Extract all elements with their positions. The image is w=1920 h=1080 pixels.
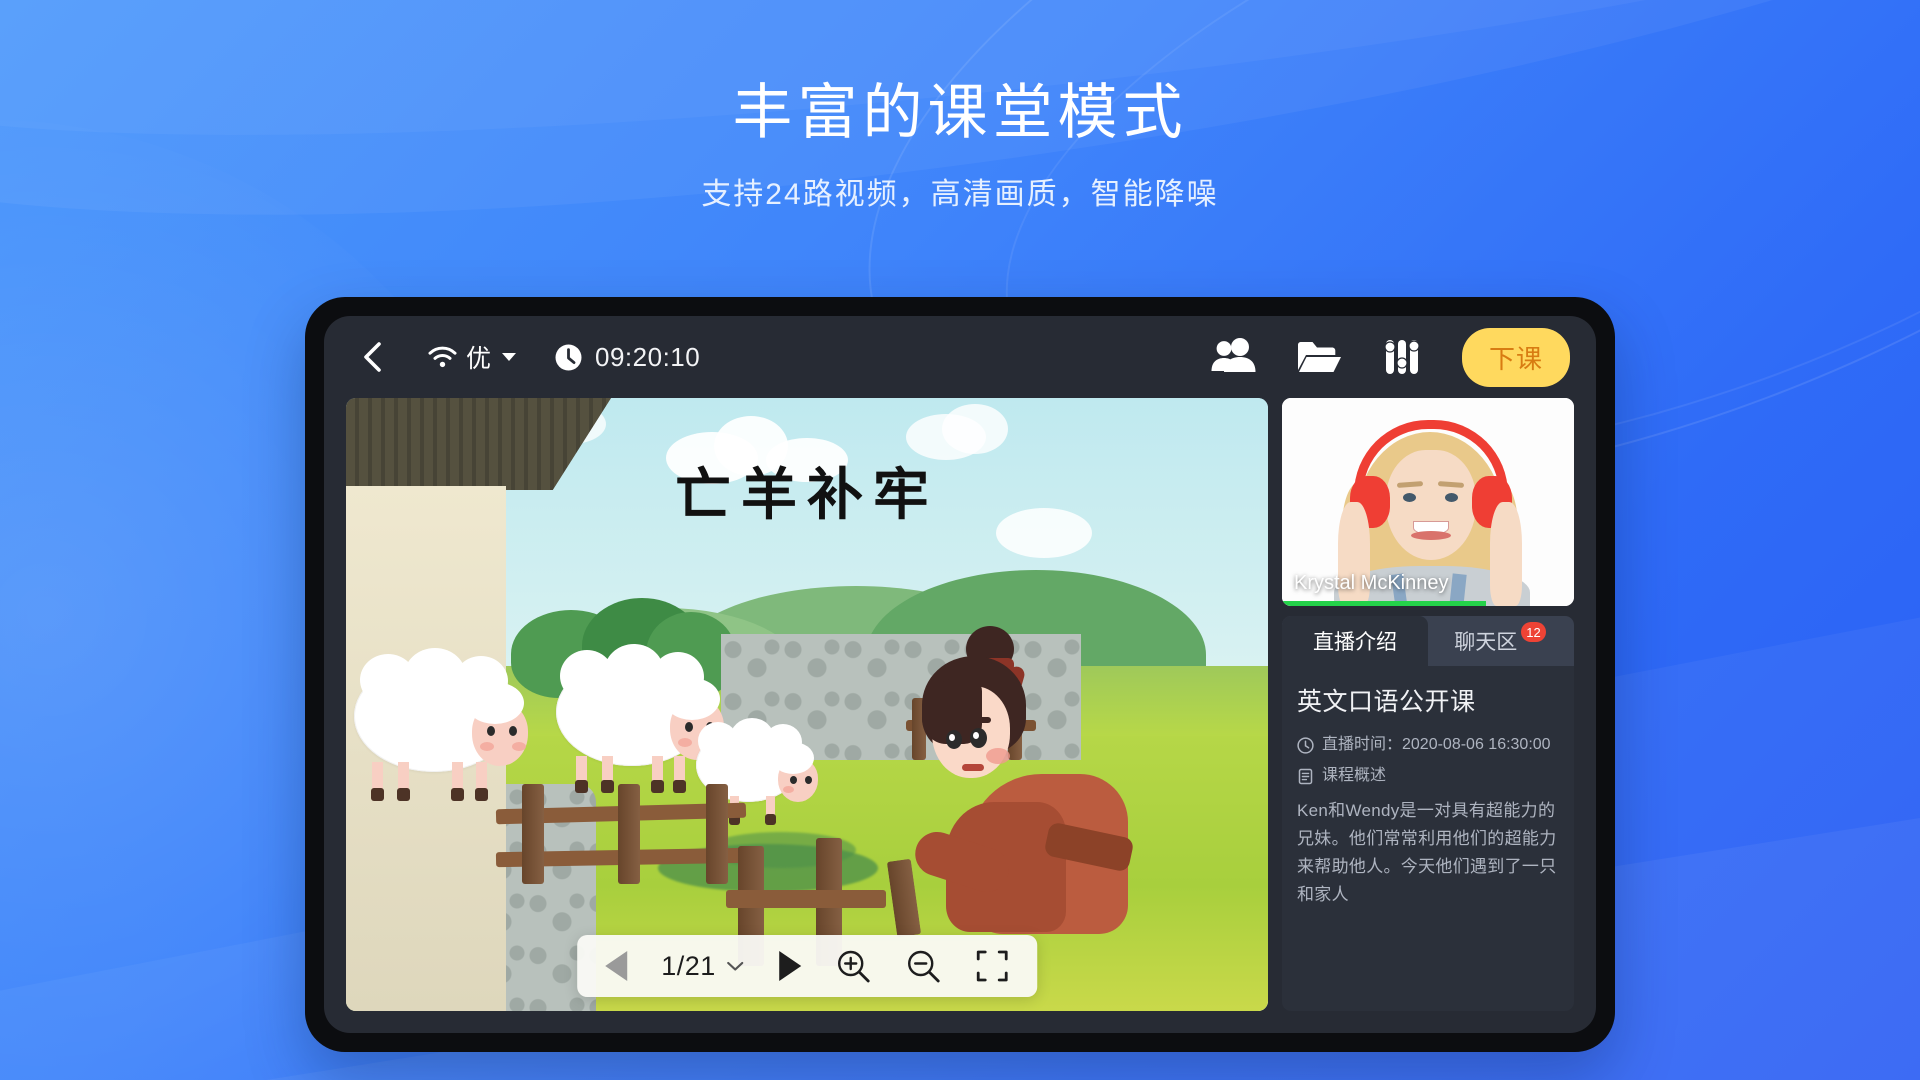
chevron-down-icon <box>726 961 743 971</box>
page-indicator-label: 1/21 <box>661 950 716 981</box>
course-title: 英文口语公开课 <box>1297 688 1476 716</box>
previous-slide-button[interactable] <box>605 951 628 981</box>
document-icon <box>1298 768 1313 785</box>
clock-icon <box>555 344 582 370</box>
fence-post <box>522 784 544 884</box>
network-quality-selector[interactable]: 优 <box>428 339 517 375</box>
course-overview-text: 课程概述 <box>1322 767 1387 784</box>
triangle-left-icon <box>605 951 628 981</box>
tablet-device-frame: 优 09:20:10 下课 亡羊补牢 1/21 Krystal McKinney… <box>305 297 1615 1052</box>
speaker-video-tile[interactable]: Krystal McKinney <box>1282 398 1574 606</box>
course-description: Ken和Wendy是一对具有超能力的兄妹。他们常常利用他们的超能力来帮助他人。今… <box>1297 801 1557 905</box>
panel-tabs: 直播介绍 聊天区 12 <box>1282 616 1574 666</box>
back-button[interactable] <box>346 331 398 383</box>
page-indicator[interactable]: 1/21 <box>661 951 745 982</box>
clock-icon <box>1297 737 1314 754</box>
fence-post <box>618 784 640 884</box>
chevron-left-icon <box>364 342 381 372</box>
shepherd-character <box>886 626 1186 938</box>
courseware-slide[interactable]: 亡羊补牢 1/21 <box>346 398 1268 1011</box>
slide-title: 亡羊补牢 <box>675 463 939 528</box>
fence-rail <box>726 890 886 908</box>
tab-live-intro[interactable]: 直播介绍 <box>1282 616 1428 666</box>
end-class-button[interactable]: 下课 <box>1461 327 1570 387</box>
cloud <box>942 404 1008 454</box>
tab-chat[interactable]: 聊天区 12 <box>1428 616 1574 666</box>
chat-unread-badge: 12 <box>1521 622 1546 642</box>
participants-button[interactable] <box>1210 338 1256 376</box>
fullscreen-button[interactable] <box>975 949 1009 983</box>
magnifier-minus-icon <box>907 950 940 983</box>
tab-live-intro-label: 直播介绍 <box>1313 631 1397 654</box>
tab-chat-label: 聊天区 <box>1454 631 1518 654</box>
app-toolbar: 优 09:20:10 下课 <box>324 316 1596 398</box>
folder-icon <box>1297 342 1341 372</box>
panel-body: 英文口语公开课 直播时间：2020-08-06 16:30:00 课程概述 Ke… <box>1282 666 1574 919</box>
sliders-icon <box>1384 340 1420 374</box>
course-overview-row: 课程概述 <box>1297 766 1559 786</box>
fullscreen-icon <box>976 950 1008 982</box>
page-subtitle: 支持24路视频，高清画质，智能降噪 <box>701 178 1219 211</box>
clock-time: 09:20:10 <box>595 341 701 372</box>
fence-post <box>706 784 728 884</box>
settings-button[interactable] <box>1382 338 1422 376</box>
zoom-out-button[interactable] <box>905 948 941 984</box>
triangle-right-icon <box>778 951 801 981</box>
live-time-row: 直播时间：2020-08-06 16:30:00 <box>1297 735 1559 755</box>
network-quality-label: 优 <box>466 345 492 373</box>
live-time-text: 直播时间：2020-08-06 16:30:00 <box>1322 736 1551 753</box>
page-title: 丰富的课堂模式 <box>732 79 1188 146</box>
audio-level-indicator <box>1282 601 1487 606</box>
app-screen: 优 09:20:10 下课 亡羊补牢 1/21 Krystal McKinney… <box>324 316 1596 1033</box>
magnifier-plus-icon <box>837 950 870 983</box>
zoom-in-button[interactable] <box>835 948 871 984</box>
slide-player-controls: 1/21 <box>577 935 1037 997</box>
right-sidebar: Krystal McKinney 直播介绍 聊天区 12 英文口语公开课 直播时… <box>1282 398 1574 1011</box>
speaker-name: Krystal McKinney <box>1294 572 1449 594</box>
users-icon <box>1211 338 1256 372</box>
caret-down-icon <box>502 353 517 361</box>
info-panel: 直播介绍 聊天区 12 英文口语公开课 直播时间：2020-08-06 16:3… <box>1282 616 1574 1011</box>
wifi-icon <box>428 346 457 368</box>
class-timer: 09:20:10 <box>554 342 700 373</box>
app-content: 亡羊补牢 1/21 Krystal McKinney 直播介绍 聊天区 12 英… <box>324 398 1596 1033</box>
documents-button[interactable] <box>1296 338 1342 376</box>
next-slide-button[interactable] <box>778 951 801 981</box>
